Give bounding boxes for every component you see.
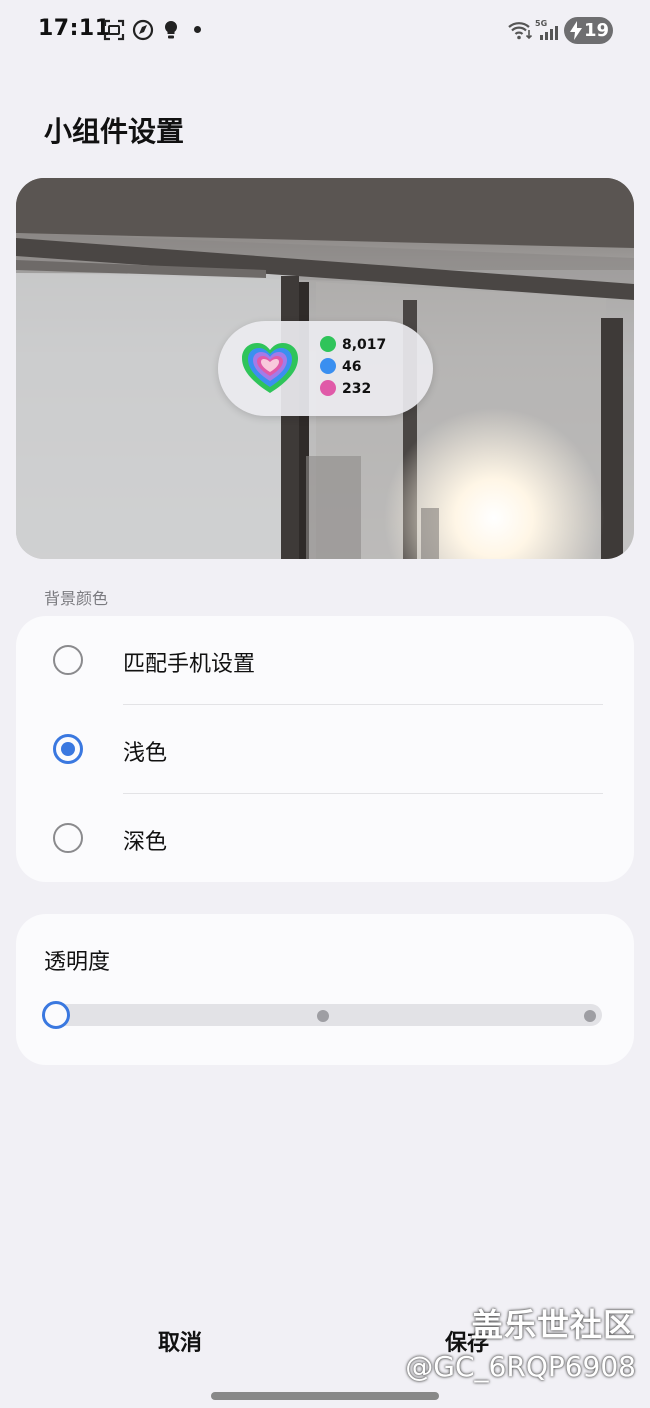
battery-indicator: 19 bbox=[564, 17, 613, 44]
transparency-label: 透明度 bbox=[44, 950, 111, 975]
transparency-card: 透明度 bbox=[16, 914, 634, 1065]
cancel-button[interactable]: 取消 bbox=[158, 1325, 202, 1357]
compass-icon bbox=[132, 19, 154, 41]
heart-rings-icon bbox=[242, 343, 298, 393]
calories-value: 232 bbox=[342, 381, 372, 397]
network-type: 5G bbox=[535, 19, 547, 28]
option-label: 深色 bbox=[123, 830, 168, 855]
gesture-navigation-bar[interactable] bbox=[211, 1392, 439, 1400]
background-color-section-label: 背景颜色 bbox=[44, 589, 109, 608]
battery-level: 19 bbox=[584, 20, 610, 41]
radio-button-selected[interactable] bbox=[53, 734, 83, 764]
slider-step-mark bbox=[317, 1010, 329, 1022]
watermark-handle: @GC_6RQP6908 bbox=[405, 1350, 636, 1383]
active-time-value: 46 bbox=[342, 359, 362, 375]
notification-dot bbox=[194, 26, 201, 33]
option-label: 浅色 bbox=[123, 741, 168, 766]
radio-button[interactable] bbox=[53, 823, 83, 853]
steps-icon bbox=[320, 336, 336, 352]
active-time-stat: 46 bbox=[320, 358, 362, 379]
watermark-title: 盖乐世社区 bbox=[470, 1306, 636, 1344]
bulb-icon bbox=[164, 20, 178, 39]
background-color-card: 匹配手机设置 浅色 深色 bbox=[16, 616, 634, 882]
widget-preview: 8,017 46 232 bbox=[16, 178, 634, 559]
option-light[interactable]: 浅色 bbox=[16, 705, 634, 793]
screen-capture-icon bbox=[103, 19, 125, 41]
health-widget: 8,017 46 232 bbox=[218, 321, 433, 416]
transparency-slider[interactable] bbox=[42, 1001, 602, 1029]
steps-stat: 8,017 bbox=[320, 336, 387, 357]
slider-thumb[interactable] bbox=[42, 1001, 70, 1029]
option-dark[interactable]: 深色 bbox=[16, 794, 634, 882]
charging-bolt-icon bbox=[570, 21, 582, 40]
active-time-icon bbox=[320, 358, 336, 374]
steps-value: 8,017 bbox=[342, 337, 387, 353]
option-label: 匹配手机设置 bbox=[123, 652, 256, 677]
page-title: 小组件设置 bbox=[44, 115, 185, 148]
status-time: 17:11 bbox=[38, 16, 111, 41]
status-bar: 17:11 5G 19 bbox=[0, 0, 650, 60]
calories-stat: 232 bbox=[320, 380, 372, 401]
slider-step-mark bbox=[584, 1010, 596, 1022]
wifi-icon bbox=[508, 22, 533, 40]
signal-icon: 5G bbox=[535, 19, 558, 40]
radio-button[interactable] bbox=[53, 645, 83, 675]
option-match-phone[interactable]: 匹配手机设置 bbox=[16, 616, 634, 704]
calories-icon bbox=[320, 380, 336, 396]
